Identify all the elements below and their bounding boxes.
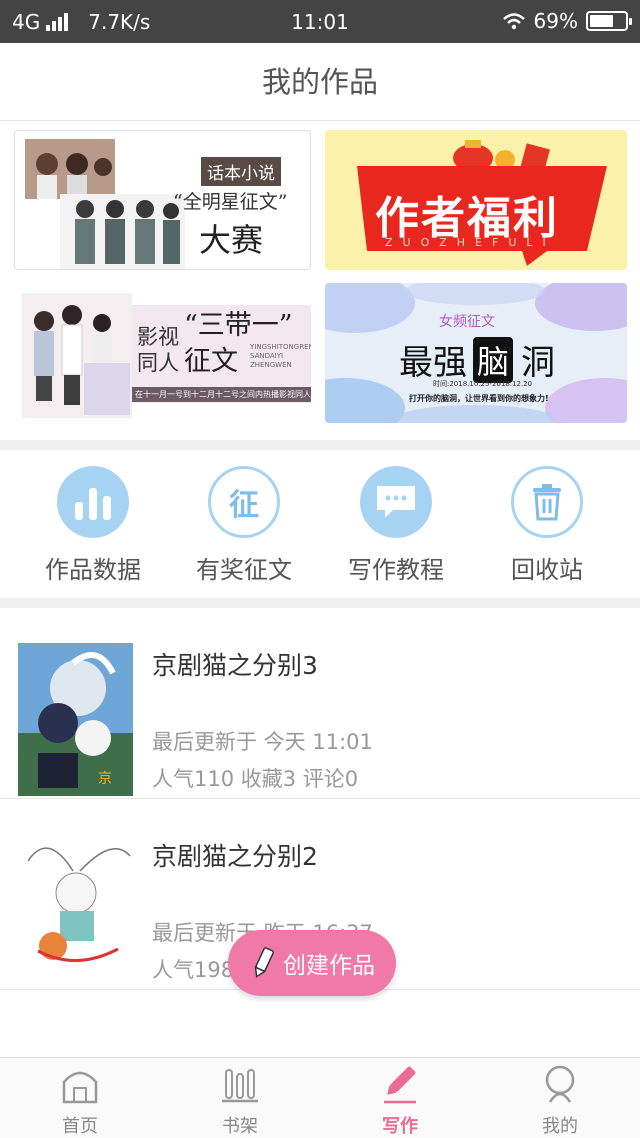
banner-grid: 话本小说 “全明星征文” 大赛 作者福利 ZUOZHEFULI 影视 同人 “三… (0, 121, 640, 441)
work-title: 京剧猫之分别3 (152, 651, 318, 680)
menu-item-tutorial[interactable]: 写作教程 (326, 466, 466, 585)
menu-label: 作品数据 (45, 556, 141, 584)
work-updated: 最后更新于 今天 11:01 (152, 730, 373, 754)
section-divider (0, 598, 640, 608)
profile-icon (545, 1065, 575, 1103)
work-stats: 人气110 收藏3 评论0 (152, 767, 359, 791)
banner-title-part2: 脑 (473, 337, 514, 383)
work-title: 京剧猫之分别2 (152, 842, 318, 871)
banner-quote: “三带一” (184, 310, 293, 341)
tab-label: 我的 (542, 1116, 578, 1137)
battery-percent: 69% (533, 9, 578, 33)
bookshelf-icon (222, 1069, 258, 1103)
bottom-tab-bar: 首页 书架 写作 我的 (0, 1057, 640, 1138)
menu-label: 写作教程 (348, 556, 444, 584)
tab-home[interactable]: 首页 (0, 1064, 160, 1138)
tab-profile[interactable]: 我的 (480, 1064, 640, 1138)
contest-glyph: 征 (229, 488, 259, 523)
bar-chart-icon (57, 466, 129, 538)
banner-note: 在十一月一号到十二月十二号之间内热播影视同人征文 (132, 387, 311, 402)
pencil-icon (254, 947, 274, 978)
home-icon (62, 1071, 98, 1104)
menu-label: 有奖征文 (196, 556, 292, 584)
banner-tv-fanfic-contest[interactable]: 影视 同人 “三带一” 征文 YINGSHITONGREN SANDAIYI Z… (14, 283, 311, 423)
section-divider (0, 440, 640, 450)
create-work-label: 创建作品 (283, 953, 375, 979)
banner-big-text: 征文 (184, 346, 238, 377)
banner-title-part1: 最强 (399, 343, 467, 383)
menu-item-work-data[interactable]: 作品数据 (23, 466, 163, 585)
tab-bookshelf[interactable]: 书架 (160, 1064, 320, 1138)
banner-tag: 话本小说 (201, 157, 281, 186)
work-cover (18, 831, 133, 984)
work-cover: 京 (18, 643, 133, 796)
banner-slogan: 打开你的脑洞，让世界看到你的想象力! (409, 394, 549, 403)
chat-bubble-icon (360, 466, 432, 538)
battery-icon (586, 11, 632, 31)
banner-pinyin: ZUOZHEFULI (385, 236, 556, 249)
banner-photo-group (25, 139, 185, 269)
page-title: 我的作品 (0, 43, 640, 121)
trash-icon (511, 466, 583, 538)
banner-allstar-contest[interactable]: 话本小说 “全明星征文” 大赛 (14, 130, 311, 270)
pencil-icon (384, 1066, 416, 1104)
quick-menu: 作品数据 征 有奖征文 写作教程 回收站 (0, 450, 640, 598)
banner-pinyin: YINGSHITONGREN SANDAIYI ZHENGWEN (250, 343, 311, 369)
svg-text:京: 京 (98, 771, 112, 787)
banner-line2: 同人 (137, 351, 179, 375)
banner-author-benefits[interactable]: 作者福利 ZUOZHEFULI (325, 130, 627, 270)
list-item[interactable]: 京 京剧猫之分别3 最后更新于 今天 11:01 人气110 收藏3 评论0 (0, 608, 640, 799)
tab-label: 书架 (222, 1116, 258, 1137)
banner-photo-couple (22, 293, 132, 418)
status-bar: 4G 7.7K/s 11:01 69% (0, 0, 640, 43)
banner-date: 时间:2018.10.25-2018.12.20 (433, 380, 533, 388)
menu-label: 回收站 (511, 556, 583, 584)
wifi-icon (502, 13, 525, 30)
menu-item-recycle-bin[interactable]: 回收站 (477, 466, 617, 585)
banner-big-text: 大赛 (199, 221, 264, 259)
banner-title-part3: 洞 (521, 343, 555, 383)
menu-item-contest[interactable]: 征 有奖征文 (174, 466, 314, 585)
tab-write[interactable]: 写作 (320, 1064, 480, 1138)
banner-brain-hole-contest[interactable]: 女频征文 最强 脑 洞 时间:2018.10.25-2018.12.20 打开你… (325, 283, 627, 423)
tab-label: 首页 (62, 1116, 98, 1137)
contest-icon: 征 (208, 466, 280, 538)
create-work-button[interactable]: 创建作品 (228, 930, 396, 996)
banner-tag: 女频征文 (439, 314, 495, 330)
banner-quote: “全明星征文” (173, 191, 288, 213)
tab-label: 写作 (382, 1116, 418, 1137)
